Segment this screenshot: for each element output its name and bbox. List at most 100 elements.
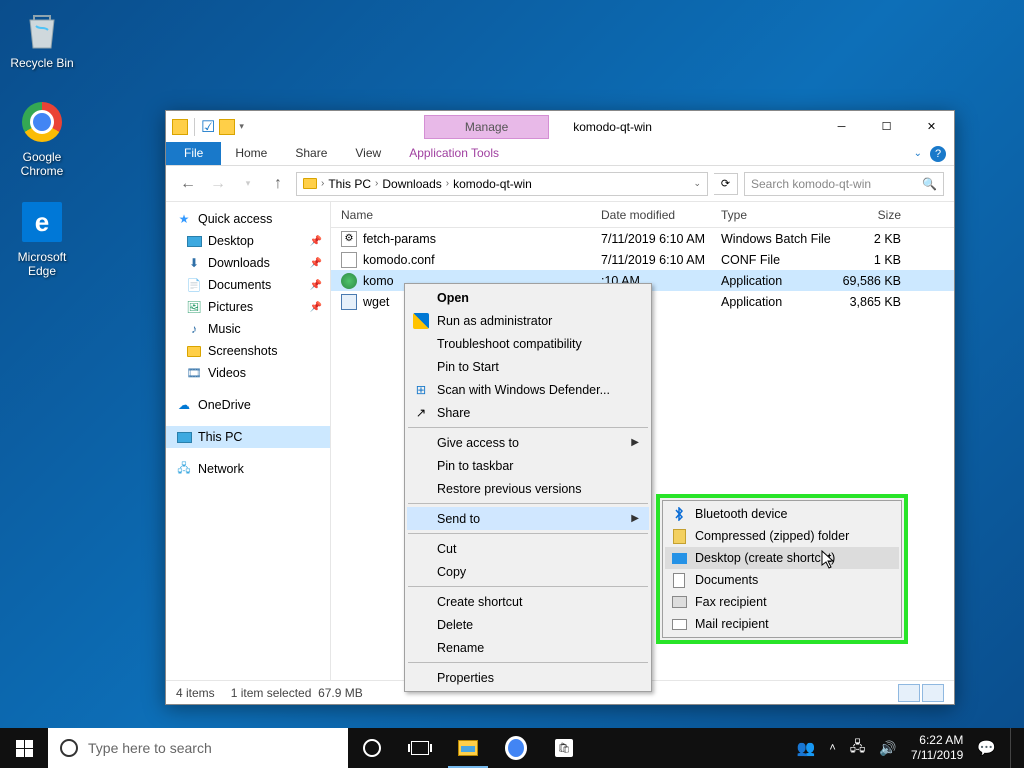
refresh-button[interactable]: ⟳ xyxy=(714,173,738,195)
sendto-compressed[interactable]: Compressed (zipped) folder xyxy=(665,525,899,547)
ctx-properties[interactable]: Properties xyxy=(407,666,649,689)
ctx-troubleshoot[interactable]: Troubleshoot compatibility xyxy=(407,332,649,355)
qat-dropdown-icon[interactable]: ▾ xyxy=(239,121,244,132)
col-name[interactable]: Name xyxy=(331,208,591,222)
tab-home[interactable]: Home xyxy=(221,142,281,165)
ctx-share[interactable]: ↗Share xyxy=(407,401,649,424)
breadcrumb-dropdown-icon[interactable]: ⌄ xyxy=(693,178,701,189)
col-type[interactable]: Type xyxy=(711,208,831,222)
nav-network[interactable]: 🖧Network xyxy=(166,458,330,480)
help-icon[interactable]: ? xyxy=(930,146,946,162)
breadcrumb-downloads[interactable]: Downloads xyxy=(382,177,441,191)
people-icon[interactable]: 👥 xyxy=(797,739,816,757)
network-icon[interactable]: 🖧 xyxy=(850,736,866,760)
nav-quick-access[interactable]: ★Quick access xyxy=(166,208,330,230)
file-row-fetch-params[interactable]: ⚙fetch-params 7/11/2019 6:10 AM Windows … xyxy=(331,228,954,249)
ctx-delete[interactable]: Delete xyxy=(407,613,649,636)
up-button[interactable]: ↑ xyxy=(266,172,290,196)
nav-pictures[interactable]: 🖼Pictures📌 xyxy=(166,296,330,318)
task-view-icon xyxy=(411,741,429,755)
taskbar-chrome[interactable] xyxy=(492,728,540,768)
new-folder-qat-icon[interactable] xyxy=(219,119,235,135)
col-size[interactable]: Size xyxy=(831,208,911,222)
ctx-cut[interactable]: Cut xyxy=(407,537,649,560)
recent-dropdown-icon[interactable]: ▾ xyxy=(236,172,260,196)
nav-videos[interactable]: 🎞Videos xyxy=(166,362,330,384)
sendto-bluetooth[interactable]: Bluetooth device xyxy=(665,503,899,525)
edge-desktop-icon[interactable]: e Microsoft Edge xyxy=(4,200,80,278)
nav-documents[interactable]: 📄Documents📌 xyxy=(166,274,330,296)
close-button[interactable]: ✕ xyxy=(909,112,954,141)
nav-downloads[interactable]: ⬇Downloads📌 xyxy=(166,252,330,274)
properties-qat-icon[interactable]: ☑ xyxy=(201,117,215,137)
titlebar[interactable]: ☑ ▾ Manage komodo-qt-win ─ ☐ ✕ xyxy=(166,111,954,142)
task-view-button[interactable] xyxy=(396,728,444,768)
ctx-pin-to-taskbar[interactable]: Pin to taskbar xyxy=(407,454,649,477)
pc-icon xyxy=(176,429,192,445)
recycle-bin-icon[interactable]: Recycle Bin xyxy=(4,8,80,70)
clock[interactable]: 6:22 AM 7/11/2019 xyxy=(911,733,964,763)
ctx-send-to[interactable]: Send to▶ xyxy=(407,507,649,530)
bluetooth-icon xyxy=(671,506,687,522)
chevron-right-icon: ▶ xyxy=(631,437,639,448)
microphone-icon[interactable] xyxy=(322,739,336,757)
nav-onedrive[interactable]: ☁OneDrive xyxy=(166,394,330,416)
nav-screenshots[interactable]: Screenshots xyxy=(166,340,330,362)
ctx-copy[interactable]: Copy xyxy=(407,560,649,583)
documents-icon: 📄 xyxy=(186,277,202,293)
ctx-open[interactable]: Open xyxy=(407,286,649,309)
sendto-fax[interactable]: Fax recipient xyxy=(665,591,899,613)
cortana-button[interactable] xyxy=(348,728,396,768)
view-large-icons-button[interactable] xyxy=(922,684,944,702)
clock-date: 7/11/2019 xyxy=(911,748,964,763)
maximize-button[interactable]: ☐ xyxy=(864,112,909,141)
ribbon-expand-icon[interactable]: ⌄ xyxy=(914,148,922,159)
ctx-create-shortcut[interactable]: Create shortcut xyxy=(407,590,649,613)
star-icon: ★ xyxy=(176,211,192,227)
tab-application-tools[interactable]: Application Tools xyxy=(395,142,513,165)
taskbar-search-placeholder: Type here to search xyxy=(88,740,212,756)
tab-file[interactable]: File xyxy=(166,142,221,165)
show-desktop-button[interactable] xyxy=(1010,728,1016,768)
column-headers[interactable]: Name Date modified Type Size xyxy=(331,202,954,228)
taskbar-search-input[interactable]: Type here to search xyxy=(48,728,348,768)
ctx-give-access[interactable]: Give access to▶ xyxy=(407,431,649,454)
store-icon: 🛍 xyxy=(555,739,573,757)
breadcrumb-this-pc[interactable]: This PC xyxy=(328,177,371,191)
nav-desktop[interactable]: Desktop📌 xyxy=(166,230,330,252)
tray-expand-icon[interactable]: ˄ xyxy=(829,742,835,754)
pin-icon: 📌 xyxy=(310,258,322,269)
file-row-komodo-conf[interactable]: komodo.conf 7/11/2019 6:10 AM CONF File … xyxy=(331,249,954,270)
chrome-desktop-icon[interactable]: Google Chrome xyxy=(4,100,80,178)
taskbar-store[interactable]: 🛍 xyxy=(540,728,588,768)
ctx-restore-versions[interactable]: Restore previous versions xyxy=(407,477,649,500)
start-button[interactable] xyxy=(0,728,48,768)
videos-icon: 🎞 xyxy=(186,365,202,381)
col-date[interactable]: Date modified xyxy=(591,208,711,222)
ctx-pin-to-start[interactable]: Pin to Start xyxy=(407,355,649,378)
tab-share[interactable]: Share xyxy=(281,142,341,165)
tab-view[interactable]: View xyxy=(341,142,395,165)
volume-icon[interactable]: 🔊 xyxy=(879,740,896,757)
breadcrumb[interactable]: › This PC › Downloads › komodo-qt-win ⌄ xyxy=(296,172,708,196)
nav-this-pc[interactable]: This PC xyxy=(166,426,330,448)
address-bar: ← → ▾ ↑ › This PC › Downloads › komodo-q… xyxy=(166,166,954,202)
notifications-icon[interactable]: 💬 xyxy=(977,739,996,757)
contextual-tab-manage[interactable]: Manage xyxy=(424,115,549,139)
breadcrumb-current[interactable]: komodo-qt-win xyxy=(453,177,532,191)
back-button[interactable]: ← xyxy=(176,172,200,196)
chevron-right-icon: ▶ xyxy=(631,513,639,524)
sendto-desktop[interactable]: Desktop (create shortcut) xyxy=(665,547,899,569)
ctx-scan-defender[interactable]: ⊞Scan with Windows Defender... xyxy=(407,378,649,401)
sendto-mail[interactable]: Mail recipient xyxy=(665,613,899,635)
nav-music[interactable]: ♪Music xyxy=(166,318,330,340)
ctx-run-as-admin[interactable]: Run as administrator xyxy=(407,309,649,332)
view-details-button[interactable] xyxy=(898,684,920,702)
sendto-documents[interactable]: Documents xyxy=(665,569,899,591)
search-input[interactable]: Search komodo-qt-win 🔍 xyxy=(744,172,944,196)
navigation-pane: ★Quick access Desktop📌 ⬇Downloads📌 📄Docu… xyxy=(166,202,331,680)
minimize-button[interactable]: ─ xyxy=(819,112,864,141)
send-to-submenu-highlight: Bluetooth device Compressed (zipped) fol… xyxy=(656,494,908,644)
taskbar-explorer[interactable] xyxy=(444,728,492,768)
ctx-rename[interactable]: Rename xyxy=(407,636,649,659)
